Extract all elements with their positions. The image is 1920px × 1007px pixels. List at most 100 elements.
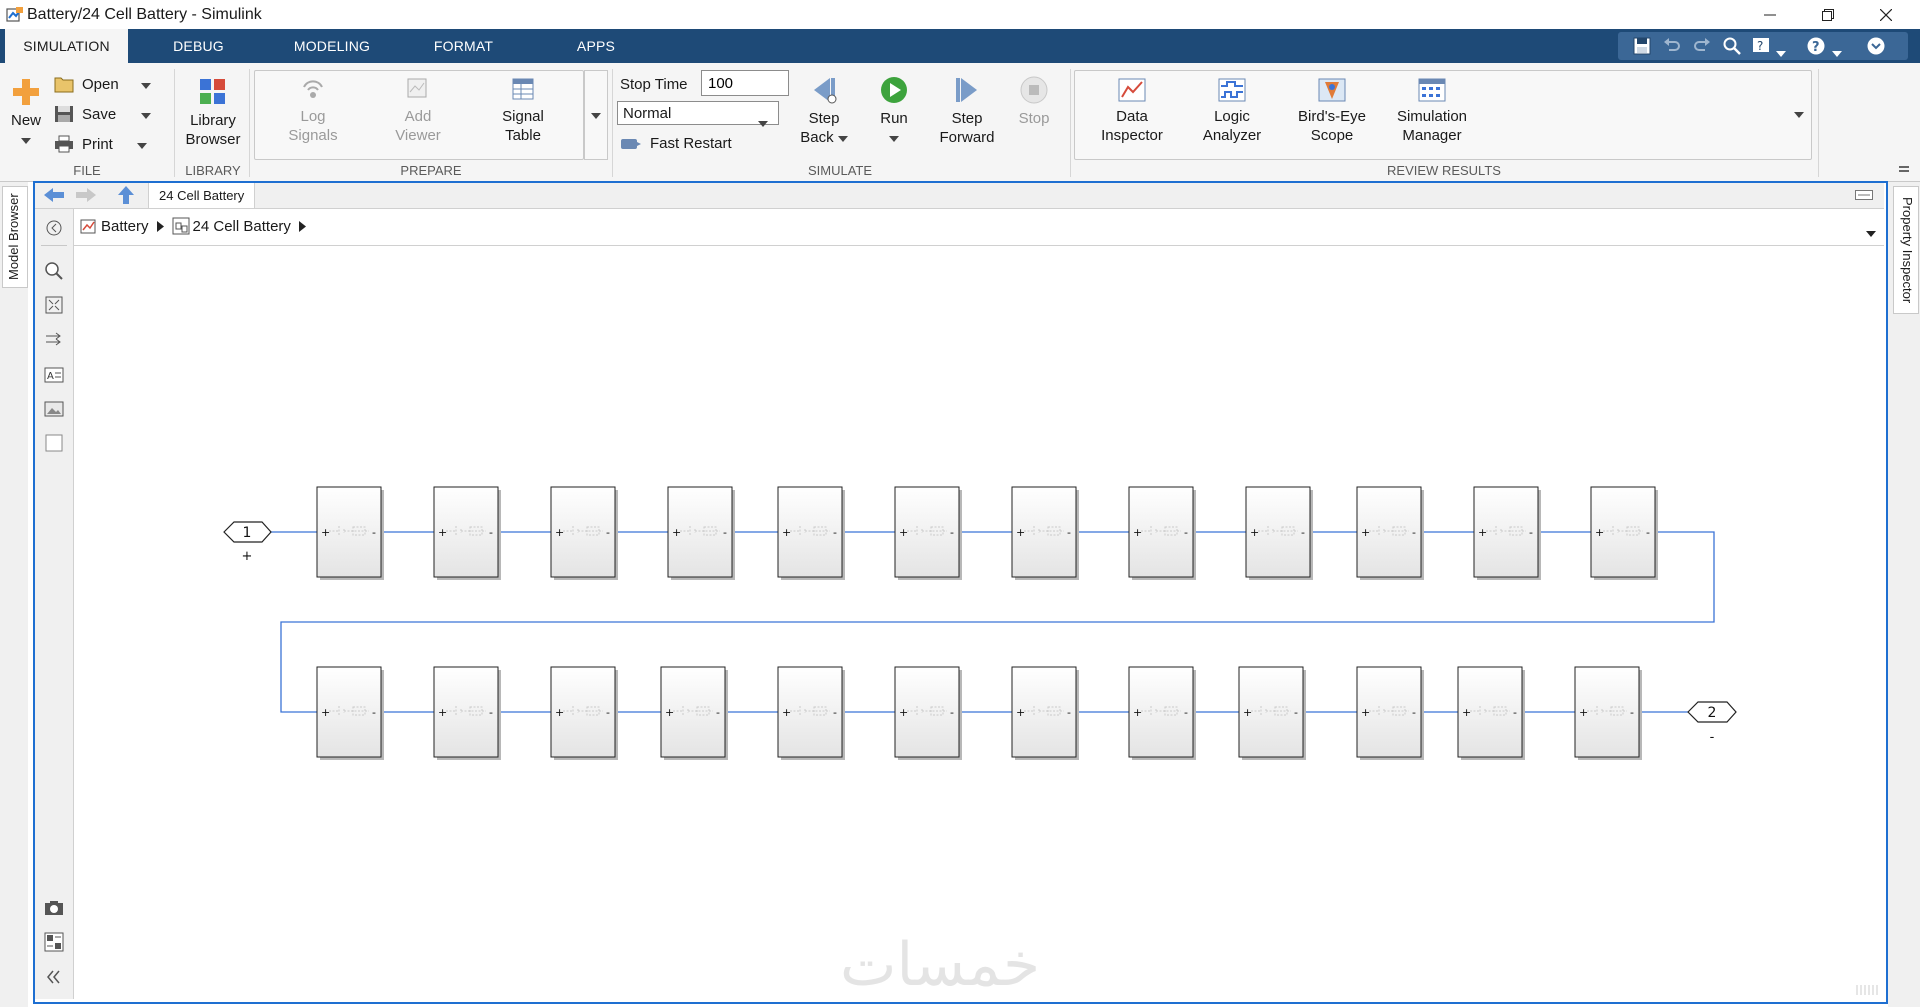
find-help-icon[interactable]: ? xyxy=(1752,36,1772,56)
breadcrumb-item-battery[interactable]: Battery xyxy=(101,218,149,235)
help-menu-arrow-icon[interactable] xyxy=(1832,44,1842,62)
cell-blocks: + - + - + - + - + - + - + - + - + - + - + - + -+ - + - + - + - + - + - + - + -… xyxy=(316,486,1658,760)
save-button[interactable]: Save xyxy=(54,105,152,123)
review-gallery-expand-button[interactable] xyxy=(1788,70,1810,158)
run-dropdown-icon[interactable] xyxy=(889,129,899,146)
up-arrow-icon[interactable] xyxy=(117,185,135,205)
save-icon[interactable] xyxy=(1632,36,1652,56)
logic-analyzer-button[interactable]: Logic Analyzer xyxy=(1190,77,1274,145)
minimize-button[interactable] xyxy=(1747,0,1793,29)
add-viewer-button[interactable]: Add Viewer xyxy=(383,77,453,145)
tab-simulation[interactable]: SIMULATION xyxy=(5,29,128,63)
birds-eye-scope-button[interactable]: Bird's-Eye Scope xyxy=(1290,77,1374,145)
battery-cell-block[interactable]: + - xyxy=(1574,666,1642,760)
inport-connection-1[interactable]: 1+ xyxy=(223,521,272,564)
resize-grip[interactable] xyxy=(1856,985,1878,995)
battery-cell-block[interactable]: + - xyxy=(777,486,845,580)
open-button[interactable]: Open xyxy=(54,75,151,93)
annotation-icon[interactable]: A xyxy=(44,365,64,385)
battery-cell-block[interactable]: + - xyxy=(777,666,845,760)
print-button[interactable]: Print xyxy=(54,135,147,153)
breadcrumb-expand-icon[interactable] xyxy=(298,220,306,232)
screenshot-camera-icon[interactable] xyxy=(44,898,64,918)
battery-cell-block[interactable]: + - xyxy=(1473,486,1541,580)
collapse-palette-icon[interactable] xyxy=(44,967,64,987)
close-button[interactable] xyxy=(1863,0,1909,29)
battery-cell-block[interactable]: + - xyxy=(1238,666,1306,760)
signal-table-button[interactable]: Signal Table xyxy=(488,77,558,145)
stop-time-input[interactable] xyxy=(701,70,789,96)
restore-button[interactable] xyxy=(1805,0,1851,29)
simulation-manager-button[interactable]: Simulation Manager xyxy=(1388,77,1476,145)
zoom-icon[interactable] xyxy=(44,261,64,281)
step-back-dropdown-icon[interactable] xyxy=(837,129,848,146)
step-forward-button[interactable]: Step Forward xyxy=(933,75,1001,147)
battery-cell-block[interactable]: + - xyxy=(1590,486,1658,580)
image-icon[interactable] xyxy=(44,399,64,419)
model-browser-tab[interactable]: Model Browser xyxy=(2,186,28,288)
hide-toolbar-icon[interactable] xyxy=(1855,190,1873,200)
breadcrumb-item-24-cell-battery[interactable]: 24 Cell Battery xyxy=(193,218,291,235)
fit-to-view-icon[interactable] xyxy=(44,295,64,315)
cell-positive-terminal-label: + xyxy=(672,526,681,539)
battery-cell-block[interactable]: + - xyxy=(660,666,728,760)
back-arrow-icon[interactable] xyxy=(43,186,65,204)
undo-icon[interactable] xyxy=(1662,36,1682,56)
area-icon[interactable] xyxy=(44,433,64,453)
forward-arrow-icon[interactable] xyxy=(75,186,97,204)
property-inspector-tab[interactable]: Property Inspector xyxy=(1893,186,1919,314)
tab-modeling[interactable]: MODELING xyxy=(277,29,387,63)
battery-cell-block[interactable]: + - xyxy=(894,666,962,760)
battery-cell-block[interactable]: + - xyxy=(1457,666,1525,760)
battery-cell-block[interactable]: + - xyxy=(894,486,962,580)
save-dropdown-icon[interactable] xyxy=(141,106,152,123)
help-icon[interactable]: ? xyxy=(1806,36,1826,56)
battery-cell-block[interactable]: + - xyxy=(1128,486,1196,580)
battery-cell-block[interactable]: + - xyxy=(1245,486,1313,580)
diagram-canvas[interactable]: + - + - + - + - + - + - + - + - + - + - + - + - + - + - + - + - + - + - + - + -… xyxy=(74,246,1884,999)
battery-cell-block[interactable]: + - xyxy=(1356,666,1424,760)
simulation-manager-label-1: Simulation xyxy=(1396,108,1468,125)
open-dropdown-icon[interactable] xyxy=(140,76,151,93)
battery-cell-block[interactable]: + - xyxy=(433,486,501,580)
library-browser-button[interactable]: Library Browser xyxy=(180,77,246,149)
help-dropdown-arrow-icon[interactable] xyxy=(1776,44,1786,62)
model-tab-24-cell-battery[interactable]: 24 Cell Battery xyxy=(148,183,256,208)
battery-cell-block[interactable]: + - xyxy=(433,666,501,760)
battery-cell-block[interactable]: + - xyxy=(667,486,735,580)
tab-debug[interactable]: DEBUG xyxy=(150,29,247,63)
new-button[interactable]: New xyxy=(8,77,44,149)
print-dropdown-icon[interactable] xyxy=(136,136,147,153)
search-icon[interactable] xyxy=(1722,36,1742,56)
battery-cell-block[interactable]: + - xyxy=(1011,486,1079,580)
cell-positive-terminal-label: + xyxy=(1133,706,1142,719)
cell-positive-terminal-label: + xyxy=(1478,526,1487,539)
redo-icon[interactable] xyxy=(1692,36,1712,56)
battery-cell-block[interactable]: + - xyxy=(316,666,384,760)
battery-cell-block[interactable]: + - xyxy=(316,486,384,580)
simulation-mode-select[interactable]: Normal xyxy=(617,101,779,127)
battery-cell-block[interactable]: + - xyxy=(1356,486,1424,580)
stop-button[interactable]: Stop xyxy=(1011,75,1057,128)
cell-negative-terminal-label: - xyxy=(1412,706,1416,719)
battery-diagram: + - + - + - + - + - + - + - + - + - + - + - + -+ - + - + - + - + - + - + - + -… xyxy=(223,486,1737,760)
breadcrumb-dropdown-icon[interactable] xyxy=(1866,224,1876,241)
model-data-icon[interactable] xyxy=(44,932,64,952)
collapse-ribbon-icon[interactable] xyxy=(1866,36,1886,56)
arrange-icon[interactable] xyxy=(44,329,64,349)
step-back-button[interactable]: Step Back xyxy=(795,75,853,147)
prepare-gallery-expand-button[interactable] xyxy=(584,70,608,160)
battery-cell-block[interactable]: + - xyxy=(1128,666,1196,760)
log-signals-button[interactable]: Log Signals xyxy=(278,77,348,145)
battery-cell-block[interactable]: + - xyxy=(550,486,618,580)
battery-cell-block[interactable]: + - xyxy=(550,666,618,760)
run-button[interactable]: Run xyxy=(871,75,917,147)
tab-format[interactable]: FORMAT xyxy=(418,29,509,63)
data-inspector-button[interactable]: Data Inspector xyxy=(1090,77,1174,145)
pin-icon[interactable] xyxy=(1897,160,1911,174)
hide-explorer-icon[interactable] xyxy=(44,218,64,238)
tab-apps[interactable]: APPS xyxy=(560,29,632,63)
fast-restart-button[interactable]: Fast Restart xyxy=(620,135,732,152)
battery-cell-block[interactable]: + - xyxy=(1011,666,1079,760)
outport-connection-2[interactable]: 2- xyxy=(1687,701,1737,745)
